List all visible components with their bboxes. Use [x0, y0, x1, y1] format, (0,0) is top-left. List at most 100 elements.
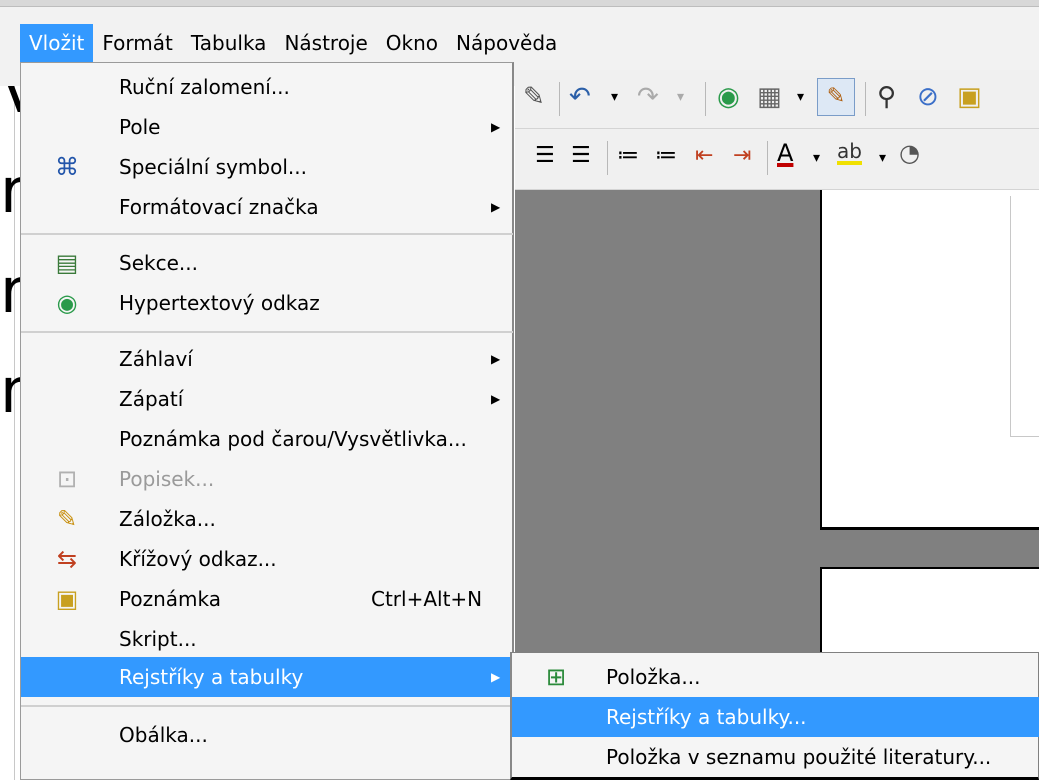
submenu-item-indexes-and-tables[interactable]: Rejstříky a tabulky...	[512, 697, 1039, 737]
submenu-item-label: Položka...	[606, 665, 701, 689]
menuitem-indexes-and-tables[interactable]: Rejstříky a tabulky ▶	[21, 657, 513, 697]
font-color-icon[interactable]: A	[777, 141, 793, 165]
caption-icon: ⊡	[56, 465, 78, 493]
menu-separator	[21, 705, 513, 707]
formatting-toolbar: ☰ ☰ ≔ ≔ ⇤ ⇥ A ▾ ab ▾ ◔	[515, 129, 1039, 190]
indexes-and-tables-submenu: ⊞ Položka... Rejstříky a tabulky... Polo…	[510, 652, 1039, 780]
undo-icon[interactable]: ↶	[569, 84, 591, 110]
menu-separator	[21, 331, 513, 333]
hyperlink-icon: ◉	[56, 289, 78, 317]
menuitem-header[interactable]: Záhlaví ▶	[21, 339, 513, 379]
menuitem-label: Speciální symbol...	[119, 155, 307, 179]
toolbar-separator	[705, 82, 706, 116]
cross-reference-icon: ⇆	[56, 545, 78, 573]
menuitem-envelope[interactable]: Obálka...	[21, 715, 513, 755]
menuitem-label: Ruční zalomení...	[119, 75, 290, 99]
redo-icon[interactable]: ↷	[637, 84, 659, 110]
comment-note-icon: ▣	[55, 585, 79, 613]
menubar-row: Vložit Formát Tabulka Nástroje Okno Nápo…	[20, 24, 566, 62]
toolbar-separator	[607, 141, 608, 175]
submenu-arrow-icon: ▶	[491, 670, 501, 684]
menu-format[interactable]: Formát	[93, 24, 181, 62]
toolbar-separator	[559, 82, 560, 116]
menuitem-section[interactable]: ▤ Sekce...	[21, 243, 513, 283]
menu-vlozit[interactable]: Vložit	[20, 24, 94, 62]
menuitem-label: Poznámka	[119, 587, 221, 611]
toolbar-separator	[865, 82, 866, 116]
insert-menu-dropdown: Ruční zalomení... Pole ▶ ⌘ Speciální sym…	[20, 62, 514, 780]
window-top-edge	[0, 0, 1039, 7]
menuitem-label: Popisek...	[119, 467, 215, 491]
menu-napoveda[interactable]: Nápověda	[447, 24, 566, 62]
index-entry-icon: ⊞	[545, 663, 567, 691]
menu-format-label: Formát	[102, 31, 173, 55]
menuitem-comment[interactable]: ▣ Poznámka Ctrl+Alt+N	[21, 579, 513, 619]
menu-nastroje-label: Nástroje	[284, 31, 368, 55]
menu-vlozit-label: Vložit	[29, 31, 85, 55]
menuitem-manual-break[interactable]: Ruční zalomení...	[21, 67, 513, 107]
menu-tabulka[interactable]: Tabulka	[182, 24, 276, 62]
submenu-arrow-icon: ▶	[491, 120, 501, 134]
toolbar-separator	[767, 141, 768, 175]
clone-formatting-icon[interactable]: ✎	[523, 84, 545, 110]
menu-tabulka-label: Tabulka	[190, 31, 267, 55]
menu-separator	[21, 233, 513, 235]
menu-okno[interactable]: Okno	[377, 24, 447, 62]
menuitem-label: Pole	[119, 115, 161, 139]
menuitem-footnote-endnote[interactable]: Poznámka pod čarou/Vysvětlivka...	[21, 419, 513, 459]
highlighting-dropdown-icon[interactable]: ▾	[879, 151, 886, 165]
menuitem-label: Rejstříky a tabulky	[119, 665, 304, 689]
menuitem-cross-reference[interactable]: ⇆ Křížový odkaz...	[21, 539, 513, 579]
menuitem-fields[interactable]: Pole ▶	[21, 107, 513, 147]
menuitem-label: Záložka...	[119, 507, 216, 531]
highlighting-icon[interactable]: ab	[837, 141, 862, 165]
decrease-indent-icon[interactable]: ⇤	[695, 145, 713, 167]
menuitem-formatting-mark[interactable]: Formátovací značka ▶	[21, 187, 513, 227]
menuitem-label: Záhlaví	[119, 347, 193, 371]
menu-napoveda-label: Nápověda	[456, 31, 558, 55]
submenu-arrow-icon: ▶	[491, 200, 501, 214]
menuitem-label: Hypertextový odkaz	[119, 291, 320, 315]
menuitem-special-character[interactable]: ⌘ Speciální symbol...	[21, 147, 513, 187]
justify-icon[interactable]: ☰	[571, 145, 591, 167]
find-replace-icon[interactable]: ⚲	[877, 84, 896, 110]
hyperlink-icon[interactable]: ◉	[717, 84, 740, 110]
document-page[interactable]	[820, 190, 1039, 530]
increase-indent-icon[interactable]: ⇥	[733, 145, 751, 167]
submenu-item-bibliography-entry[interactable]: Položka v seznamu použité literatury...	[512, 737, 1039, 777]
font-color-dropdown-icon[interactable]: ▾	[813, 151, 820, 165]
submenu-item-label: Rejstříky a tabulky...	[606, 705, 807, 729]
bullets-icon[interactable]: ≔	[655, 145, 677, 167]
standard-toolbar: ✎ ↶ ▾ ↷ ▾ ◉ ▦ ▾ ✎ ⚲ ⊘ ▣	[515, 70, 1039, 129]
table-dropdown-icon[interactable]: ▾	[797, 90, 804, 104]
background-color-icon[interactable]: ◔	[899, 141, 920, 165]
menuitem-label: Poznámka pod čarou/Vysvětlivka...	[119, 427, 467, 451]
section-icon: ▤	[55, 249, 79, 277]
align-right-icon[interactable]: ☰	[535, 145, 555, 167]
page-text-boundary	[1010, 196, 1039, 437]
menuitem-footer[interactable]: Zápatí ▶	[21, 379, 513, 419]
menuitem-label: Sekce...	[119, 251, 198, 275]
menuitem-caption[interactable]: ⊡ Popisek...	[21, 459, 513, 499]
menuitem-label: Zápatí	[119, 387, 184, 411]
menuitem-label: Křížový odkaz...	[119, 547, 277, 571]
menuitem-label: Skript...	[119, 627, 197, 651]
menuitem-shortcut: Ctrl+Alt+N	[371, 587, 483, 611]
submenu-arrow-icon: ▶	[491, 352, 501, 366]
table-icon[interactable]: ▦	[757, 84, 782, 110]
menu-nastroje[interactable]: Nástroje	[275, 24, 376, 62]
show-draw-functions-icon[interactable]: ✎	[817, 78, 855, 116]
submenu-item-entry[interactable]: ⊞ Položka...	[512, 657, 1039, 697]
menuitem-label: Obálka...	[119, 723, 208, 747]
redo-dropdown-icon[interactable]: ▾	[677, 90, 684, 104]
menuitem-script[interactable]: Skript...	[21, 619, 513, 659]
special-character-icon: ⌘	[55, 153, 79, 181]
submenu-arrow-icon: ▶	[491, 392, 501, 406]
menuitem-bookmark[interactable]: ✎ Záložka...	[21, 499, 513, 539]
bookmark-pin-icon: ✎	[56, 505, 78, 533]
numbering-icon[interactable]: ≔	[617, 145, 639, 167]
gallery-icon[interactable]: ▣	[957, 84, 982, 110]
menuitem-hyperlink[interactable]: ◉ Hypertextový odkaz	[21, 283, 513, 323]
navigator-icon[interactable]: ⊘	[917, 84, 939, 110]
undo-dropdown-icon[interactable]: ▾	[611, 90, 618, 104]
